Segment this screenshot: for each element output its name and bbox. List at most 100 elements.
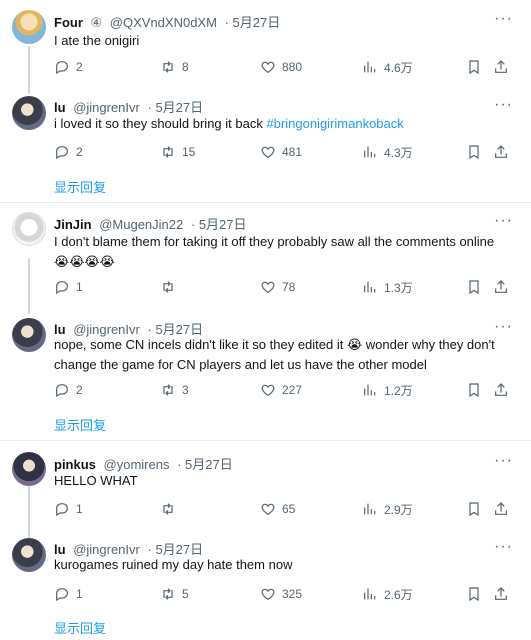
divider: [0, 440, 531, 441]
share-icon: [495, 383, 507, 396]
like-button[interactable]: 481: [260, 142, 302, 162]
display-name[interactable]: Four: [54, 15, 83, 30]
avatar[interactable]: [12, 96, 46, 130]
tweet[interactable]: pinkus @yomirens · 5月27日 ··· HELLO WHAT …: [0, 444, 531, 534]
like-count: 227: [282, 383, 303, 397]
retweet-button[interactable]: 8: [160, 57, 189, 77]
hashtag-link[interactable]: #bringonigirimankoback: [266, 116, 403, 131]
bookmark-button[interactable]: [466, 277, 482, 297]
timestamp[interactable]: · 5月27日: [225, 15, 281, 30]
more-options-icon[interactable]: ···: [494, 10, 513, 28]
views-button[interactable]: 2.6万: [362, 584, 413, 604]
avatar[interactable]: [12, 212, 46, 246]
retweet-button[interactable]: [160, 499, 182, 519]
avatar[interactable]: [12, 452, 46, 486]
avatar[interactable]: [12, 10, 46, 44]
share-button[interactable]: [493, 584, 509, 604]
views-count: 1.2万: [384, 383, 413, 398]
retweet-count: 15: [182, 145, 196, 159]
reply-button[interactable]: 1: [54, 499, 83, 519]
tweet[interactable]: lu @jingrenIvr · 5月27日 ··· nope, some CN…: [0, 314, 531, 436]
action-bar: 2 3 227 1.2万: [54, 380, 514, 400]
display-name[interactable]: lu: [54, 100, 66, 115]
action-bar: 2 15 481 4.3万: [54, 142, 514, 162]
more-options-icon[interactable]: ···: [494, 318, 513, 336]
more-options-icon[interactable]: ···: [494, 538, 513, 556]
reply-button[interactable]: 2: [54, 380, 83, 400]
reply-count: 2: [76, 145, 83, 159]
timestamp[interactable]: · 5月27日: [177, 457, 233, 472]
share-button[interactable]: [493, 142, 509, 162]
share-icon: [495, 587, 507, 600]
tweet[interactable]: lu @jingrenIvr · 5月27日 ··· kurogames rui…: [0, 534, 531, 640]
retweet-count: 8: [182, 60, 189, 74]
retweet-icon: [163, 503, 173, 515]
more-options-icon[interactable]: ···: [494, 452, 513, 470]
bookmark-button[interactable]: [466, 57, 482, 77]
reply-count: 2: [76, 383, 83, 397]
share-button[interactable]: [493, 57, 509, 77]
reply-button[interactable]: 1: [54, 584, 83, 604]
views-button[interactable]: 4.6万: [362, 57, 413, 77]
show-replies-link[interactable]: 显示回复: [54, 618, 106, 637]
avatar[interactable]: [12, 318, 46, 352]
views-chart-icon: [364, 588, 376, 600]
avatar[interactable]: [12, 538, 46, 572]
handle[interactable]: @jingrenIvr: [73, 100, 140, 115]
views-button[interactable]: 2.9万: [362, 499, 413, 519]
like-button[interactable]: 880: [260, 57, 302, 77]
like-button[interactable]: 78: [260, 277, 295, 297]
tweet-text: HELLO WHAT: [54, 473, 138, 488]
handle[interactable]: @MugenJin22: [99, 217, 183, 232]
action-bar: 1 65 2.9万: [54, 499, 514, 519]
tweet[interactable]: Four ④ @QXVndXN0dXM · 5月27日 ··· I ate th…: [0, 0, 531, 90]
timestamp[interactable]: · 5月27日: [191, 217, 247, 232]
share-button[interactable]: [493, 380, 509, 400]
like-button[interactable]: 227: [260, 380, 302, 400]
tweet[interactable]: JinJin @MugenJin22 · 5月27日 ··· I don't b…: [0, 206, 531, 310]
views-count: 2.9万: [384, 502, 413, 517]
bookmark-button[interactable]: [466, 142, 482, 162]
reply-button[interactable]: 2: [54, 142, 83, 162]
share-button[interactable]: [493, 499, 509, 519]
like-count: 481: [282, 145, 303, 159]
share-button[interactable]: [493, 277, 509, 297]
reply-count: 1: [76, 280, 83, 294]
like-count: 78: [282, 280, 296, 294]
verified-badge: ④: [90, 15, 103, 30]
views-count: 4.6万: [384, 60, 413, 75]
show-replies-link[interactable]: 显示回复: [54, 177, 106, 196]
bookmark-button[interactable]: [466, 499, 482, 519]
bookmark-icon: [469, 502, 479, 517]
reply-button[interactable]: 2: [54, 57, 83, 77]
views-button[interactable]: 4.3万: [362, 142, 413, 162]
more-options-icon[interactable]: ···: [494, 212, 513, 230]
retweet-button[interactable]: [160, 277, 182, 297]
handle[interactable]: @QXVndXN0dXM: [110, 15, 217, 30]
reply-button[interactable]: 1: [54, 277, 83, 297]
handle[interactable]: @yomirens: [104, 457, 170, 472]
retweet-button[interactable]: 5: [160, 584, 189, 604]
like-button[interactable]: 325: [260, 584, 302, 604]
views-button[interactable]: 1.2万: [362, 380, 413, 400]
retweet-count: 5: [182, 587, 189, 601]
tweet[interactable]: lu @jingrenIvr · 5月27日 ··· i loved it so…: [0, 90, 531, 196]
heart-icon: [261, 503, 275, 516]
display-name[interactable]: pinkus: [54, 457, 96, 472]
timestamp[interactable]: · 5月27日: [147, 100, 203, 115]
retweet-button[interactable]: 3: [160, 380, 189, 400]
action-bar: 1 5 325 2.6万: [54, 584, 514, 604]
like-button[interactable]: 65: [260, 499, 295, 519]
show-replies-link[interactable]: 显示回复: [54, 415, 106, 434]
retweet-icon: [163, 588, 173, 600]
bookmark-icon: [469, 280, 479, 295]
reply-icon: [56, 588, 68, 602]
retweet-button[interactable]: 15: [160, 142, 195, 162]
bookmark-button[interactable]: [466, 584, 482, 604]
bookmark-button[interactable]: [466, 380, 482, 400]
more-options-icon[interactable]: ···: [494, 96, 513, 114]
display-name[interactable]: JinJin: [54, 217, 92, 232]
views-button[interactable]: 1.3万: [362, 277, 413, 297]
tweet-text: i loved it so they should bring it back …: [54, 114, 504, 134]
views-count: 1.3万: [384, 280, 413, 295]
